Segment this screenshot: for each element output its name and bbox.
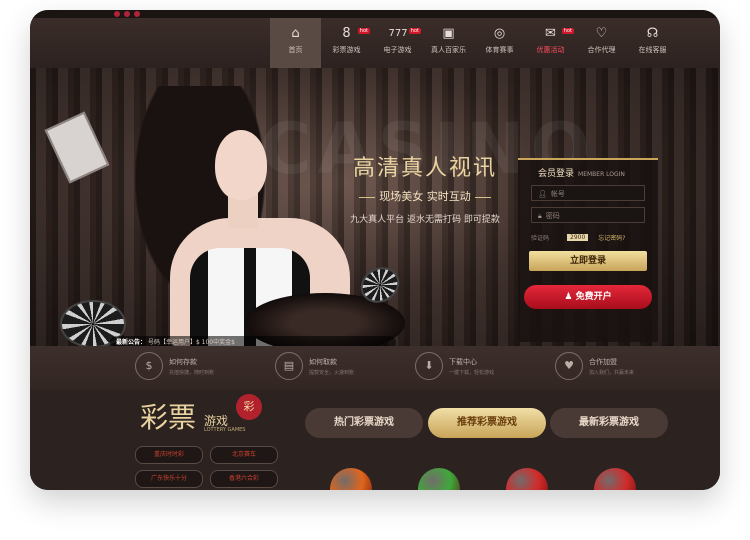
nav-item-lottery[interactable]: 8 hot 彩票游戏 [321, 18, 372, 68]
service-title: 如何取款 [309, 357, 337, 366]
service-withdraw[interactable]: ▤ 如何取款提款安全，火速到账 [275, 352, 354, 380]
login-title-en: MEMBER LOGIN [578, 171, 625, 178]
login-button[interactable]: 立即登录 [529, 251, 647, 271]
banner-tagline: 九大真人平台 返水无需打码 即可提款 [350, 215, 500, 225]
handshake-icon: ♡ [595, 26, 608, 41]
password-placeholder: 密码 [545, 212, 560, 220]
divider [474, 196, 491, 198]
register-button[interactable]: ♟ 免费开户 [524, 285, 652, 309]
service-title: 下载中心 [449, 357, 477, 366]
lottery-logo: 彩票 游戏 彩 LOTTERY GAMES [140, 394, 290, 440]
nav-item-label: 真人百家乐 [431, 46, 466, 54]
lottery-icon: 8 [342, 26, 351, 41]
user-add-icon: ♟ [564, 292, 576, 302]
window-dots [114, 11, 140, 17]
service-title: 如何存款 [169, 357, 197, 366]
nav-item-agent[interactable]: ♡ 合作代理 [576, 18, 627, 68]
home-icon: ⌂ [291, 26, 300, 41]
lottery-game-ball-orange[interactable] [330, 468, 372, 490]
quick-link-hk6[interactable]: 香港六合彩 [210, 470, 278, 488]
quick-link-cqssc[interactable]: 重庆时时彩 [135, 446, 203, 464]
ball-icon: ◎ [493, 26, 506, 41]
forgot-password-link[interactable]: 忘记密码? [598, 233, 625, 242]
service-download[interactable]: ⬇ 下载中心一键下载，轻松游戏 [415, 352, 494, 380]
tab-hot-lottery[interactable]: 热门彩票游戏 [305, 408, 423, 438]
nav-item-home[interactable]: ⌂ 首页 [270, 18, 321, 68]
nav-item-label: 合作代理 [587, 46, 616, 54]
nav-item-label: 电子游戏 [383, 46, 412, 54]
service-partner[interactable]: ♥ 合作加盟加入我们，共赢未来 [555, 352, 634, 380]
login-title-text: 会员登录 [538, 169, 575, 179]
quick-link-pk10[interactable]: 北京赛车 [210, 446, 278, 464]
browser-frame: ⌂ 首页 8 hot 彩票游戏 777 hot 电子游戏 ▣ 真人百家乐 ◎ 体… [30, 10, 720, 490]
seal-icon: 彩 [236, 394, 262, 420]
nav-item-support[interactable]: ☊ 在线客服 [627, 18, 678, 68]
nav-item-label: 首页 [288, 46, 303, 54]
register-button-label: 免费开户 [575, 292, 612, 302]
lottery-game-ball-red[interactable] [506, 468, 548, 490]
account-input[interactable]: 👤︎ 帐号 [531, 185, 645, 201]
dot-icon [124, 11, 130, 17]
banner-title: 高清真人视讯 [352, 156, 497, 181]
nav-item-label: 优惠活动 [536, 46, 565, 54]
headset-icon: ☊ [646, 26, 659, 41]
top-bar [30, 10, 720, 18]
captcha-image[interactable]: 2900 [567, 233, 589, 241]
hot-badge: hot [357, 28, 370, 34]
banner-subtitle: 现场美女 实时互动 [320, 188, 530, 204]
divider [359, 196, 376, 198]
tab-new-lottery[interactable]: 最新彩票游戏 [550, 408, 668, 438]
banner-subtitle-text: 现场美女 实时互动 [379, 190, 471, 203]
nav-item-label: 彩票游戏 [332, 46, 361, 54]
nav-item-label: 在线客服 [638, 46, 667, 54]
hero-banner[interactable]: CASINO 高清真人视讯 现场美女 实时互动 九大真人平台 返水无需打码 即可… [30, 68, 720, 353]
cards-icon: ▣ [442, 26, 455, 41]
service-subtitle: 提款安全，火速到账 [309, 369, 355, 376]
lottery-logo-en: LOTTERY GAMES [204, 427, 246, 433]
account-placeholder: 帐号 [550, 190, 565, 198]
nav-item-sports[interactable]: ◎ 体育赛事 [474, 18, 525, 68]
lottery-logo-big: 彩票 [140, 401, 197, 434]
model-face-image [215, 130, 267, 200]
service-subtitle: 充值快捷，随时到账 [169, 369, 215, 376]
nav-item-promotions[interactable]: ✉ hot 优惠活动 [525, 18, 576, 68]
withdraw-icon: ▤ [275, 352, 303, 380]
slot-icon: 777 [388, 28, 408, 39]
dot-icon [114, 11, 120, 17]
download-icon: ⬇ [415, 352, 443, 380]
user-icon: 👤︎ [538, 190, 547, 198]
nav-item-slots[interactable]: 777 hot 电子游戏 [372, 18, 423, 68]
lock-icon: 🔒︎ [538, 212, 542, 220]
deposit-icon: $ [135, 352, 163, 380]
banner-headline: 高清真人视讯 现场美女 实时互动 九大真人平台 返水无需打码 即可提款 [320, 150, 530, 225]
hot-badge: hot [561, 28, 574, 34]
nav-item-label: 体育赛事 [485, 46, 514, 54]
ticker-tag: 最新公告： [116, 339, 147, 346]
service-deposit[interactable]: $ 如何存款充值快捷，随时到账 [135, 352, 214, 380]
partner-icon: ♥ [555, 352, 583, 380]
login-title: 会员登录 MEMBER LOGIN [518, 160, 658, 179]
services-strip: $ 如何存款充值快捷，随时到账 ▤ 如何取款提款安全，火速到账 ⬇ 下载中心一键… [30, 346, 720, 390]
service-subtitle: 加入我们，共赢未来 [589, 369, 635, 376]
playing-cards-image [44, 111, 110, 184]
tab-recommended-lottery[interactable]: 推荐彩票游戏 [428, 408, 546, 438]
main-nav: ⌂ 首页 8 hot 彩票游戏 777 hot 电子游戏 ▣ 真人百家乐 ◎ 体… [30, 18, 720, 68]
quick-link-gdklsf[interactable]: 广东快乐十分 [135, 470, 203, 488]
service-title: 合作加盟 [589, 357, 617, 366]
captcha-row: 验证码 2900 忘记密码? [531, 229, 645, 245]
captcha-input[interactable]: 验证码 [531, 233, 549, 242]
nav-item-live-casino[interactable]: ▣ 真人百家乐 [423, 18, 474, 68]
hot-badge: hot [408, 28, 421, 34]
lottery-game-ball-green[interactable] [418, 468, 460, 490]
ticker-text: 号码【幸运用户】$ 100中奖金$ [147, 339, 235, 346]
password-input[interactable]: 🔒︎ 密码 [531, 207, 645, 223]
lottery-game-ball-multicolor[interactable] [594, 468, 636, 490]
lottery-section: 彩票 游戏 彩 LOTTERY GAMES 重庆时时彩 北京赛车 广东快乐十分 … [30, 390, 720, 490]
service-subtitle: 一键下载，轻松游戏 [449, 369, 495, 376]
login-panel: 会员登录 MEMBER LOGIN 👤︎ 帐号 🔒︎ 密码 验证码 2900 忘记密码… [518, 158, 658, 342]
gift-icon: ✉ [545, 26, 556, 41]
dot-icon [134, 11, 140, 17]
